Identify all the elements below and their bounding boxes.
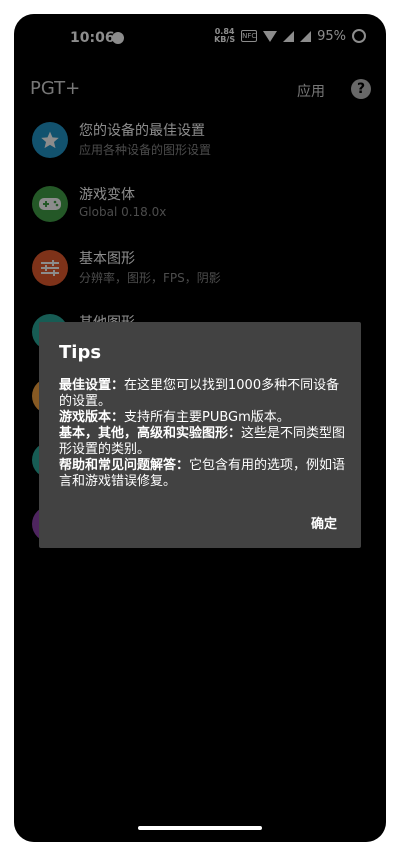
dialog-body: 最佳设置：在这里您可以找到1000多种不同设备的设置。 游戏版本：支持所有主要P… — [59, 378, 349, 490]
ok-button[interactable]: 确定 — [311, 513, 337, 532]
tips-dialog: Tips 最佳设置：在这里您可以找到1000多种不同设备的设置。 游戏版本：支持… — [39, 322, 361, 548]
tip-label: 基本，其他，高级和实验图形： — [59, 426, 242, 441]
tip-text: 支持所有主要PUBGm版本。 — [124, 410, 290, 425]
tip-best-settings: 最佳设置：在这里您可以找到1000多种不同设备的设置。 — [59, 378, 349, 410]
tip-game-version: 游戏版本：支持所有主要PUBGm版本。 — [59, 410, 349, 426]
dialog-title: Tips — [59, 342, 102, 363]
gesture-bar[interactable] — [138, 826, 262, 830]
tip-label: 帮助和常见问题解答： — [59, 458, 190, 473]
tip-graphics-categories: 基本，其他，高级和实验图形：这些是不同类型图形设置的类别。 — [59, 426, 349, 458]
phone-screen: 10:06 0.84 KB/S NFC 95% PGT+ 应用 ? 您的设备的最… — [14, 14, 386, 842]
tip-label: 游戏版本： — [59, 410, 125, 425]
tip-label: 最佳设置： — [59, 378, 125, 393]
tip-help-faq: 帮助和常见问题解答：它包含有用的选项，例如语言和游戏错误修复。 — [59, 458, 349, 490]
